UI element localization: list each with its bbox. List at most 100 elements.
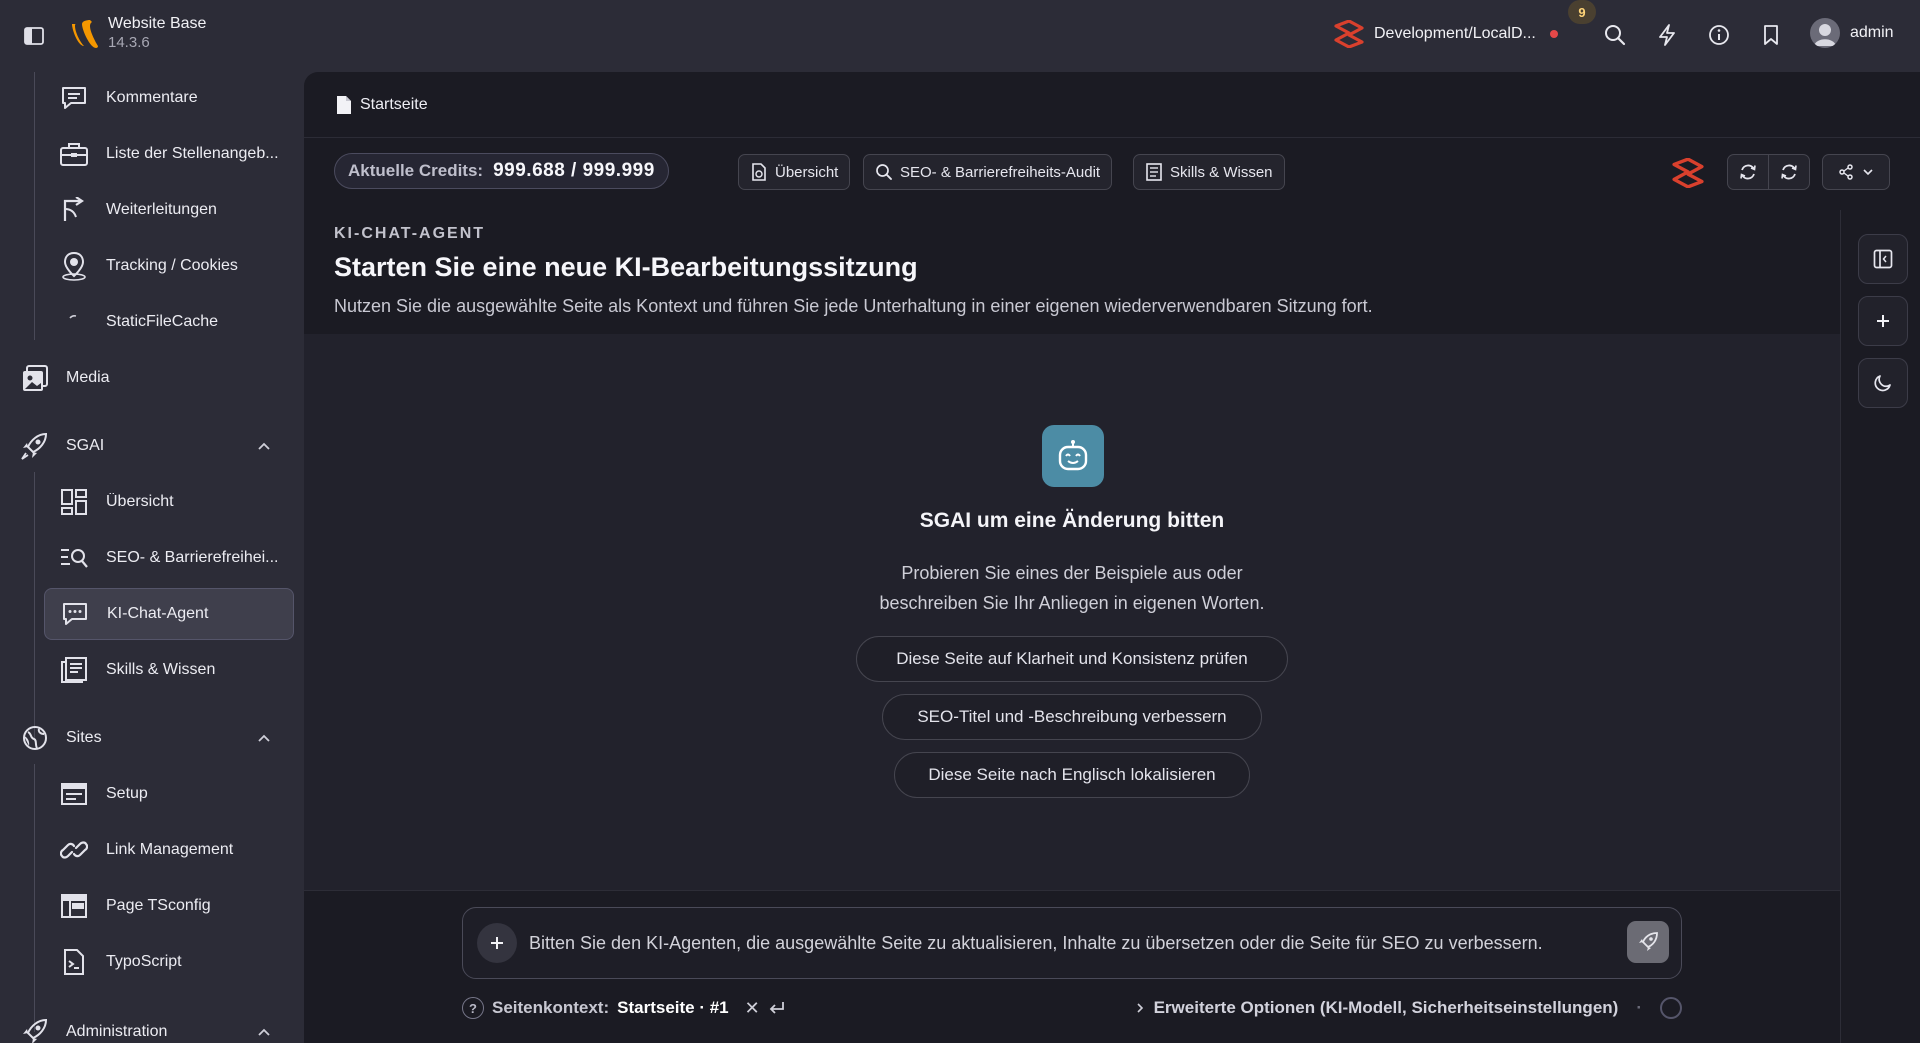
breadcrumb-item-startseite[interactable]: Startseite — [336, 95, 428, 115]
advanced-options-toggle[interactable]: Erweiterte Optionen (KI-Modell, Sicherhe… — [1136, 997, 1682, 1019]
right-rail — [1840, 210, 1920, 1043]
sidebar-item-staticfilecache[interactable]: StaticFileCache — [44, 296, 294, 348]
loading-icon — [54, 302, 94, 342]
chevron-down-icon — [1862, 168, 1874, 176]
sidebar-item-stellenangebote[interactable]: Liste der Stellenangeb... — [44, 128, 294, 180]
suggestion-chip[interactable]: SEO-Titel und -Beschreibung verbessern — [882, 694, 1262, 740]
chevron-up-icon[interactable] — [254, 436, 274, 456]
sidebar-section-media[interactable]: Media — [0, 352, 304, 404]
redirect-icon — [54, 190, 94, 230]
overview-button[interactable]: Übersicht — [738, 154, 851, 190]
help-icon[interactable]: ? — [462, 997, 484, 1019]
sidebar-item-label: Page TSconfig — [106, 897, 211, 914]
send-button[interactable] — [1627, 921, 1669, 963]
chevron-up-icon[interactable] — [254, 1022, 274, 1042]
empty-state-text: Probieren Sie eines der Beispiele aus od… — [879, 563, 1265, 613]
sidebar-item-sites-page-tsconfig[interactable]: Page TSconfig — [44, 880, 294, 932]
sidebar-section-label: Administration — [66, 1023, 168, 1040]
sidebar-item-sgai-seo-audit[interactable]: SEO- & Barrierefreihei... — [44, 532, 294, 584]
reload-button[interactable] — [1768, 154, 1810, 190]
brand-logo-icon — [1334, 20, 1364, 48]
empty-state-title: SGAI um eine Änderung bitten — [919, 509, 1225, 532]
sidebar-toggle-icon[interactable] — [22, 24, 46, 48]
sidebar-item-label: Setup — [106, 785, 148, 802]
skills-button[interactable]: Skills & Wissen — [1133, 154, 1285, 190]
skills-button-label: Skills & Wissen — [1170, 163, 1273, 181]
rocket-icon — [15, 1012, 55, 1043]
refresh-icon — [1738, 162, 1758, 182]
chat-icon — [55, 594, 95, 634]
sidebar-item-tracking-cookies[interactable]: Tracking / Cookies — [44, 240, 294, 292]
tree-line — [34, 72, 35, 340]
link-icon — [54, 830, 94, 870]
lightning-icon[interactable] — [1654, 22, 1680, 48]
sidebar-item-kommentare[interactable]: Kommentare — [44, 72, 294, 124]
credits-value: 999.688 / 999.999 — [493, 160, 655, 181]
sidebar-item-sites-link-management[interactable]: Link Management — [44, 824, 294, 876]
suggestion-chip[interactable]: Diese Seite auf Klarheit und Konsistenz … — [856, 636, 1288, 682]
notification-badge[interactable]: 9 — [1568, 0, 1596, 24]
separator-dot: · — [1636, 998, 1642, 1017]
book-icon — [54, 650, 94, 690]
sidebar-item-label: StaticFileCache — [106, 313, 219, 330]
user-name: admin — [1850, 24, 1894, 41]
layout-icon — [54, 886, 94, 926]
search-icon[interactable] — [1602, 22, 1628, 48]
info-icon[interactable] — [1706, 22, 1732, 48]
document-gauge-icon — [750, 163, 768, 181]
site-name[interactable]: Website Base — [108, 15, 206, 33]
briefcase-icon — [54, 134, 94, 174]
module-header: KI-CHAT-AGENT Starten Sie eine neue KI-B… — [304, 210, 1840, 334]
sidebar-item-weiterleitungen[interactable]: Weiterleitungen — [44, 184, 294, 236]
share-dropdown-button[interactable] — [1822, 154, 1890, 190]
sidebar-item-sgai-skills-wissen[interactable]: Skills & Wissen — [44, 644, 294, 696]
chat-composer — [462, 907, 1682, 979]
share-icon — [1838, 164, 1854, 180]
chevron-up-icon[interactable] — [254, 728, 274, 748]
user-menu[interactable]: admin — [1810, 18, 1894, 48]
seo-audit-button[interactable]: SEO- & Barrierefreiheits-Audit — [863, 154, 1113, 190]
sidebar-section-sites[interactable]: Sites — [0, 712, 304, 764]
composer-meta-row: ? Seitenkontext: Startseite · #1 ✕ Erwei… — [462, 997, 1682, 1025]
environment-status-dot — [1549, 30, 1558, 38]
sidebar-section-sgai[interactable]: SGAI — [0, 420, 304, 472]
chat-module: KI-CHAT-AGENT Starten Sie eine neue KI-B… — [304, 210, 1840, 1043]
new-session-button[interactable] — [1858, 296, 1908, 346]
breadcrumb: Startseite — [304, 72, 1920, 138]
location-pin-icon — [54, 246, 94, 286]
sidebar-section-administration[interactable]: Administration — [0, 1006, 304, 1043]
page-title: Starten Sie eine neue KI-Bearbeitungssit… — [334, 252, 918, 282]
sidebar: Kommentare Liste der Stellenangeb... Wei… — [0, 72, 304, 1043]
toggle-panel-button[interactable] — [1858, 234, 1908, 284]
close-icon[interactable]: ✕ — [745, 998, 760, 1019]
chat-message-input[interactable] — [529, 926, 1607, 960]
typo3-logo-icon[interactable] — [68, 18, 98, 50]
sidebar-item-label: Link Management — [106, 841, 234, 858]
top-bar: Website Base 14.3.6 Development/LocalD..… — [0, 0, 1920, 72]
robot-icon — [1042, 425, 1104, 487]
enter-icon[interactable] — [768, 1000, 786, 1016]
sidebar-section-label: SGAI — [66, 437, 105, 454]
refresh-button[interactable] — [1727, 154, 1769, 190]
chat-empty-state: SGAI um eine Änderung bitten Probieren S… — [304, 334, 1840, 890]
bookmark-icon[interactable] — [1758, 22, 1784, 48]
search-icon — [875, 163, 893, 181]
add-attachment-button[interactable] — [477, 923, 517, 963]
sidebar-item-sgai-ki-chat-agent[interactable]: KI-Chat-Agent — [44, 588, 294, 640]
sidebar-item-sites-typoscript[interactable]: TypoScript — [44, 936, 294, 988]
advanced-options-label: Erweiterte Optionen (KI-Modell, Sicherhe… — [1153, 998, 1619, 1017]
panel-icon — [1873, 249, 1893, 269]
tree-line — [34, 472, 35, 740]
sidebar-item-sites-setup[interactable]: Setup — [44, 768, 294, 820]
suggestion-chip[interactable]: Diese Seite nach Englisch lokalisieren — [894, 752, 1250, 798]
sidebar-item-sgai-uebersicht[interactable]: Übersicht — [44, 476, 294, 528]
theme-toggle-button[interactable] — [1858, 358, 1908, 408]
page-subtitle: Nutzen Sie die ausgewählte Seite als Kon… — [334, 296, 1373, 316]
environment-switcher[interactable]: Development/LocalD... — [1334, 20, 1558, 48]
credits-display: Aktuelle Credits: 999.688 / 999.999 — [334, 153, 669, 189]
breadcrumb-label: Startseite — [360, 95, 428, 113]
credits-label: Aktuelle Credits: — [348, 161, 484, 180]
tree-line — [34, 764, 35, 1032]
composer-area: ? Seitenkontext: Startseite · #1 ✕ Erwei… — [304, 890, 1840, 1043]
sidebar-section-label: Media — [66, 369, 110, 386]
